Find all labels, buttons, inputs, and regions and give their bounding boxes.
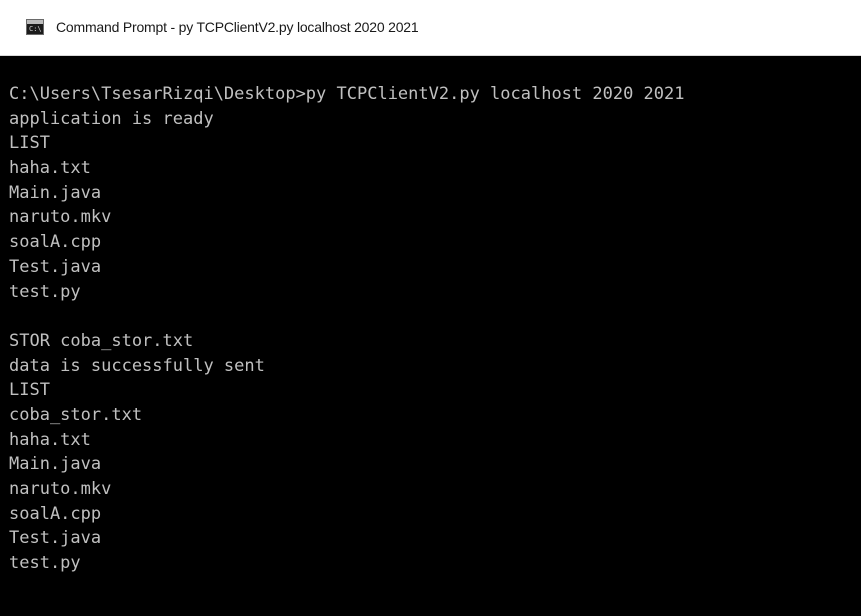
console-line: C:\Users\TsesarRizqi\Desktop>py TCPClien… xyxy=(9,84,685,104)
console-line: STOR coba_stor.txt xyxy=(9,330,194,351)
console-line: Main.java xyxy=(9,182,102,203)
console-output[interactable]: C:\Users\TsesarRizqi\Desktop>py TCPClien… xyxy=(0,56,861,616)
command-prompt-icon[interactable]: C:\ xyxy=(26,19,44,35)
icon-glyph: C:\ xyxy=(29,25,42,33)
console-line: coba_stor.txt xyxy=(9,404,143,425)
console-line: test.py xyxy=(9,281,81,302)
console-line: haha.txt xyxy=(9,158,91,179)
console-line: data is successfully sent xyxy=(9,355,265,376)
console-line: haha.txt xyxy=(9,429,91,450)
console-lines: C:\Users\TsesarRizqi\Desktop>py TCPClien… xyxy=(9,82,685,576)
console-line: naruto.mkv xyxy=(9,207,112,228)
console-line: application is ready xyxy=(9,108,214,129)
icon-title-strip xyxy=(27,20,43,24)
console-line: soalA.cpp xyxy=(9,503,102,524)
command-prompt-window: C:\ Command Prompt - py TCPClientV2.py l… xyxy=(0,0,861,616)
console-line: Main.java xyxy=(9,454,102,475)
console-line: Test.java xyxy=(9,528,102,549)
console-line: soalA.cpp xyxy=(9,232,102,253)
console-line: LIST xyxy=(9,133,50,154)
console-line: Test.java xyxy=(9,256,102,277)
title-bar[interactable]: C:\ Command Prompt - py TCPClientV2.py l… xyxy=(0,0,861,56)
console-line: test.py xyxy=(9,553,81,574)
console-line: LIST xyxy=(9,380,50,401)
console-line: naruto.mkv xyxy=(9,479,112,499)
window-title: Command Prompt - py TCPClientV2.py local… xyxy=(56,19,419,35)
